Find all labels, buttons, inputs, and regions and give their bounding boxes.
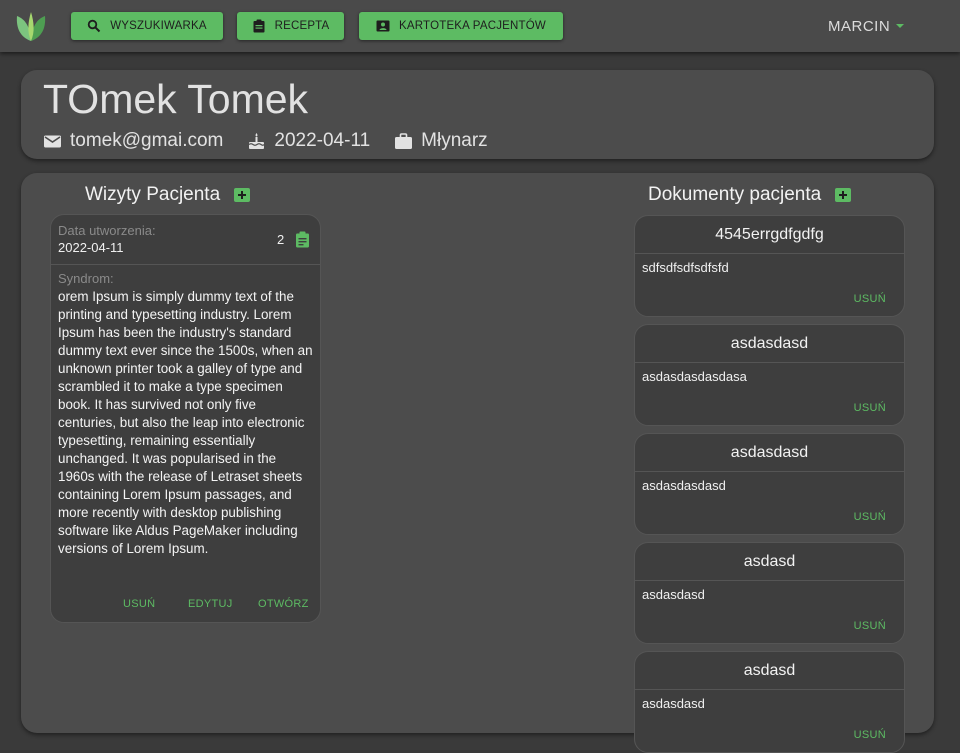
patients-nav-label: KARTOTEKA PACJENTÓW <box>399 20 546 32</box>
recipe-nav-button[interactable]: RECEPTA <box>237 12 344 40</box>
document-body: asdasdasd <box>642 696 705 711</box>
patient-meta: tomek@gmai.com 2022-04-11 Młynarz <box>43 130 512 152</box>
documents-section-title: Dokumenty pacjenta <box>648 184 852 206</box>
document-title: asdasdasd <box>635 434 904 472</box>
document-card: asdasdasd asdasdasdasdasa USUŃ <box>634 324 905 426</box>
document-card: asdasdasd asdasdasdasd USUŃ <box>634 433 905 535</box>
document-body: sdfsdfsdfsdfsfd <box>642 260 729 275</box>
briefcase-icon <box>395 132 413 149</box>
caret-down-icon <box>896 24 905 28</box>
recipe-nav-label: RECEPTA <box>274 20 330 32</box>
visits-section-title: Wizyty Pacjenta <box>85 184 251 206</box>
patient-email-text: tomek@gmai.com <box>70 130 224 151</box>
search-nav-button[interactable]: WYSZUKIWARKA <box>71 12 223 40</box>
top-navigation-bar: WYSZUKIWARKA RECEPTA KARTOTEKA PACJENTÓW… <box>0 0 960 52</box>
document-title: asdasd <box>635 652 904 690</box>
patient-birth-date-text: 2022-04-11 <box>274 130 371 151</box>
cake-icon <box>249 132 265 149</box>
patient-occupation: Młynarz <box>394 130 488 152</box>
document-body: asdasdasdasdasa <box>642 369 747 384</box>
document-card: asdasd asdasdasd USUŃ <box>634 542 905 644</box>
visit-open-button[interactable]: OTWÓRZ <box>258 598 309 610</box>
user-name: MARCIN <box>828 17 891 35</box>
visit-delete-button[interactable]: USUŃ <box>123 598 155 610</box>
document-body: asdasdasdasd <box>642 478 726 493</box>
patient-email: tomek@gmai.com <box>43 130 223 152</box>
user-menu[interactable]: MARCIN <box>828 16 905 36</box>
visit-created-date: 2022-04-11 <box>58 240 124 255</box>
visits-title-text: Wizyty Pacjenta <box>85 184 221 205</box>
patient-name: TOmek Tomek <box>43 76 309 122</box>
document-title: asdasdasd <box>635 325 904 363</box>
document-title: 4545errgdfgdfg <box>635 216 904 254</box>
visit-syndrome-label: Syndrom: <box>58 271 114 286</box>
document-delete-button[interactable]: USUŃ <box>854 511 886 523</box>
visit-card-header: Data utworzenia: 2022-04-11 2 <box>51 215 320 265</box>
email-icon <box>44 135 61 147</box>
add-visit-icon[interactable] <box>234 188 251 202</box>
clipboard-icon[interactable] <box>294 231 311 248</box>
document-title: asdasd <box>635 543 904 581</box>
patient-occupation-text: Młynarz <box>421 130 488 151</box>
document-delete-button[interactable]: USUŃ <box>854 293 886 305</box>
document-card: 4545errgdfgdfg sdfsdfsdfsdfsfd USUŃ <box>634 215 905 317</box>
visit-edit-button[interactable]: EDYTUJ <box>188 598 233 610</box>
contact-card-icon <box>376 20 390 32</box>
clipboard-icon <box>253 19 265 33</box>
document-delete-button[interactable]: USUŃ <box>854 729 886 741</box>
visit-card: Data utworzenia: 2022-04-11 2 Syndrom: o… <box>50 214 321 623</box>
document-delete-button[interactable]: USUŃ <box>854 620 886 632</box>
patients-nav-button[interactable]: KARTOTEKA PACJENTÓW <box>359 12 563 40</box>
leaf-logo[interactable] <box>14 10 48 42</box>
visit-syndrome-text: orem Ipsum is simply dummy text of the p… <box>58 289 313 556</box>
documents-title-text: Dokumenty pacjenta <box>648 184 822 205</box>
patient-header-card: TOmek Tomek tomek@gmai.com 2022-04-11 Mł <box>21 70 934 159</box>
document-card: asdasd asdasdasd USUŃ <box>634 651 905 753</box>
document-delete-button[interactable]: USUŃ <box>854 402 886 414</box>
add-document-icon[interactable] <box>835 188 852 202</box>
search-icon <box>88 19 101 33</box>
document-body: asdasdasd <box>642 587 705 602</box>
search-nav-label: WYSZUKIWARKA <box>110 20 207 32</box>
patient-birth-date: 2022-04-11 <box>247 130 370 152</box>
visit-prescription-count: 2 <box>277 232 285 247</box>
visit-created-label: Data utworzenia: <box>58 223 156 238</box>
